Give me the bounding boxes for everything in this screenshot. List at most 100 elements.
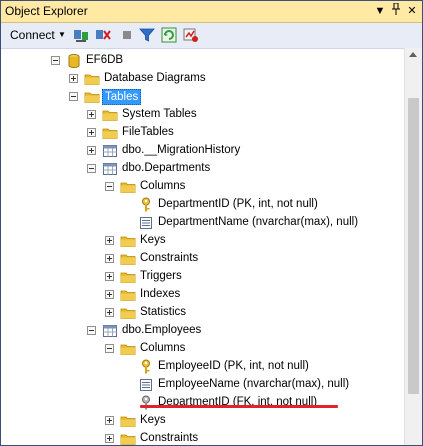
refresh-icon[interactable] (161, 27, 177, 43)
tree-node-label: dbo.__MigrationHistory (122, 144, 241, 156)
tree-node-departmentid-pk-int-not-null[interactable]: DepartmentID (PK, int, not null) (1, 196, 404, 214)
collapse-icon[interactable] (51, 56, 60, 65)
tree-node-database-diagrams[interactable]: Database Diagrams (1, 70, 404, 88)
table-icon (103, 325, 117, 337)
foreign-key-icon (142, 395, 150, 410)
tree-node-triggers[interactable]: Triggers (1, 268, 404, 286)
tree-node-label: Columns (140, 342, 186, 354)
connect-label: Connect (10, 28, 55, 42)
tree-node-constraints[interactable]: Constraints (1, 250, 404, 268)
expand-icon[interactable] (69, 74, 78, 83)
expand-icon[interactable] (105, 308, 114, 317)
close-icon[interactable]: ✕ (405, 3, 419, 19)
tree-node-columns[interactable]: Columns (1, 178, 404, 196)
collapse-icon[interactable] (69, 92, 78, 101)
primary-key-icon (142, 197, 150, 212)
tree-node-label: Constraints (140, 252, 199, 264)
expand-icon[interactable] (87, 146, 96, 155)
column-icon (140, 379, 152, 391)
scroll-up-icon[interactable] (409, 52, 417, 57)
tree-node-label: Statistics (140, 306, 187, 318)
folder-icon (120, 344, 136, 355)
folder-icon (84, 74, 100, 85)
tree-node-constraints[interactable]: Constraints (1, 430, 404, 445)
connect-button[interactable]: Connect ▼ (10, 28, 66, 42)
tree-node-statistics[interactable]: Statistics (1, 304, 404, 322)
tree-node-label: Constraints (140, 432, 199, 444)
tree-node-label: Tables (102, 89, 142, 105)
tree-node-label: DepartmentID (PK, int, not null) (158, 198, 318, 210)
tree-node-departmentname-nvarchar-max-null[interactable]: DepartmentName (nvarchar(max), null) (1, 214, 404, 232)
column-icon (140, 217, 152, 229)
folder-icon (120, 254, 136, 265)
tree-node-label: EF6DB (86, 54, 124, 66)
tree-node-tables[interactable]: Tables (1, 88, 404, 106)
tree-node-dbo-departments[interactable]: dbo.Departments (1, 160, 404, 178)
folder-icon (102, 110, 118, 121)
folder-icon (120, 272, 136, 283)
tree-node-keys[interactable]: Keys (1, 232, 404, 250)
disconnect-icon[interactable] (95, 27, 111, 43)
tree-node-label: Database Diagrams (104, 72, 206, 84)
tree-node-label: dbo.Departments (122, 162, 211, 174)
expand-icon[interactable] (105, 416, 114, 425)
expand-icon[interactable] (105, 434, 114, 443)
expand-icon[interactable] (87, 110, 96, 119)
tree-node-label: Triggers (140, 270, 182, 282)
tree-node-system-tables[interactable]: System Tables (1, 106, 404, 124)
tree-node-label: System Tables (122, 108, 197, 120)
tree-node-dbo-employees[interactable]: dbo.Employees (1, 322, 404, 340)
tree-node-label: FileTables (122, 126, 174, 138)
connect-object-icon[interactable] (73, 27, 89, 43)
tree-node-columns[interactable]: Columns (1, 340, 404, 358)
object-explorer-window: Object Explorer ▼ ✕ Connect ▼ EF6DB Data… (0, 0, 423, 446)
folder-icon (102, 128, 118, 139)
window-position-dropdown-icon[interactable]: ▼ (373, 3, 387, 19)
chevron-down-icon: ▼ (58, 30, 66, 39)
folder-icon (120, 308, 136, 319)
folder-icon (120, 434, 136, 445)
folder-icon (120, 290, 136, 301)
scrollbar-thumb[interactable] (408, 98, 419, 394)
folder-icon (120, 236, 136, 247)
tree-node-label: DepartmentName (nvarchar(max), null) (158, 216, 359, 228)
table-icon (103, 163, 117, 175)
folder-icon (120, 182, 136, 193)
collapse-icon[interactable] (87, 164, 96, 173)
title-bar: Object Explorer ▼ ✕ (1, 1, 422, 23)
tree-node-filetables[interactable]: FileTables (1, 124, 404, 142)
tree-node-label: EmployeeID (PK, int, not null) (158, 360, 309, 372)
primary-key-icon (142, 359, 150, 374)
object-tree: EF6DB Database Diagrams Tables System Table… (1, 48, 404, 445)
tree-node-label: Indexes (140, 288, 181, 300)
stop-icon[interactable] (119, 27, 135, 43)
tree-node-indexes[interactable]: Indexes (1, 286, 404, 304)
tree-node-departmentid-fk-int-not-null[interactable]: DepartmentID (FK, int, not null) (1, 394, 404, 412)
expand-icon[interactable] (105, 272, 114, 281)
toolbar: Connect ▼ (1, 23, 422, 49)
expand-icon[interactable] (105, 254, 114, 263)
tree-node-label: EmployeeName (nvarchar(max), null) (158, 378, 350, 390)
tree-node-label: Keys (140, 234, 166, 246)
highlight-underline (140, 405, 338, 408)
tree-node-dbo-migrationhistory[interactable]: dbo.__MigrationHistory (1, 142, 404, 160)
collapse-icon[interactable] (87, 326, 96, 335)
collapse-icon[interactable] (105, 344, 114, 353)
expand-icon[interactable] (87, 128, 96, 137)
folder-icon (120, 416, 136, 427)
expand-icon[interactable] (105, 290, 114, 299)
activity-monitor-icon[interactable] (183, 27, 199, 43)
vertical-scrollbar[interactable] (404, 48, 422, 445)
tree-node-label: Columns (140, 180, 186, 192)
tree-node-keys[interactable]: Keys (1, 412, 404, 430)
filter-icon[interactable] (139, 27, 155, 43)
tree-node-employeename-nvarchar-max-null[interactable]: EmployeeName (nvarchar(max), null) (1, 376, 404, 394)
pin-icon[interactable] (389, 2, 403, 19)
tree-node-label: Keys (140, 414, 166, 426)
expand-icon[interactable] (105, 236, 114, 245)
tree-node-ef6db[interactable]: EF6DB (1, 52, 404, 70)
database-icon (68, 54, 80, 68)
tree-node-employeeid-pk-int-not-null[interactable]: EmployeeID (PK, int, not null) (1, 358, 404, 376)
folder-icon (84, 92, 100, 103)
collapse-icon[interactable] (105, 182, 114, 191)
